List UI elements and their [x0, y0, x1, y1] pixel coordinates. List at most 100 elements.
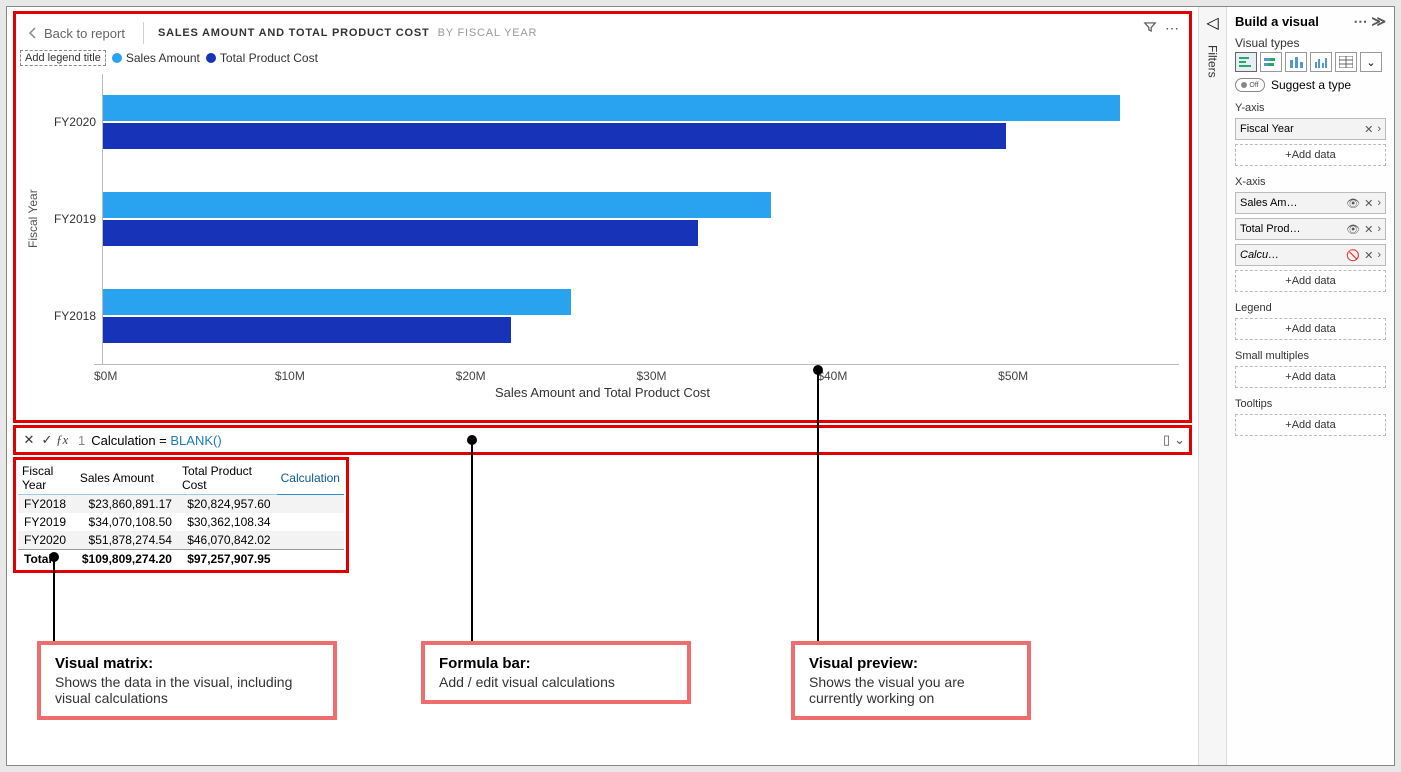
- x-axis-title: Sales Amount and Total Product Cost: [16, 385, 1189, 400]
- bar[interactable]: [103, 192, 771, 218]
- table-total-row: Total$109,809,274.20$97,257,907.95: [18, 550, 344, 569]
- formula-text[interactable]: 1Calculation = BLANK(): [78, 433, 222, 448]
- leader-line-matrix: [53, 559, 55, 643]
- table-row[interactable]: FY2020$51,878,274.54$46,070,842.02: [18, 531, 344, 550]
- xaxis-field-pill[interactable]: Calcu… 🚫 ✕ ›: [1235, 244, 1386, 266]
- x-icon[interactable]: ✕: [1364, 123, 1373, 136]
- callout-preview: Visual preview: Shows the visual you are…: [791, 641, 1031, 720]
- y-tick: FY2019: [42, 212, 96, 226]
- y-tick: FY2018: [42, 309, 96, 323]
- suggest-toggle[interactable]: Off: [1235, 78, 1265, 92]
- col-fiscal-year[interactable]: Fiscal Year: [18, 462, 76, 495]
- vt-clustered-column[interactable]: [1285, 52, 1307, 72]
- yaxis-field-pill[interactable]: Fiscal Year✕›: [1235, 118, 1386, 140]
- xaxis-field-pill[interactable]: Total Prod… 👁 ✕ ›: [1235, 218, 1386, 240]
- bar[interactable]: [103, 95, 1120, 121]
- tooltips-add-data[interactable]: +Add data: [1235, 414, 1386, 436]
- legend-item-0: Sales Amount: [112, 51, 200, 65]
- x-icon[interactable]: ✕: [1364, 249, 1373, 262]
- chart-body: Fiscal Year FY2020 FY2019 FY2018: [24, 74, 1181, 364]
- vt-column-alt[interactable]: [1310, 52, 1332, 72]
- xaxis-section-label: X-axis: [1235, 176, 1386, 188]
- callout-matrix-title: Visual matrix:: [55, 655, 319, 672]
- callout-preview-body: Shows the visual you are currently worki…: [809, 674, 1013, 706]
- callout-matrix-body: Shows the data in the visual, including …: [55, 674, 319, 706]
- xaxis-field-pill[interactable]: Sales Am… 👁 ✕ ›: [1235, 192, 1386, 214]
- y-axis-labels: FY2020 FY2019 FY2018: [42, 74, 102, 364]
- field-name: Total Prod…: [1240, 223, 1342, 235]
- noeye-icon[interactable]: 🚫: [1346, 249, 1360, 262]
- bar[interactable]: [103, 123, 1006, 149]
- chev-icon[interactable]: ›: [1377, 249, 1381, 261]
- category-group: [103, 171, 1181, 268]
- small-multiples-add-data[interactable]: +Add data: [1235, 366, 1386, 388]
- back-label: Back to report: [44, 26, 125, 41]
- main-area: ⋯ Back to report SALES AMOUNT AND TOTAL …: [7, 7, 1198, 765]
- callout-formula-title: Formula bar:: [439, 655, 673, 672]
- field-name: Sales Am…: [1240, 197, 1342, 209]
- leader-line-preview: [817, 373, 819, 643]
- legend-swatch-1: [206, 53, 216, 63]
- panel-more-icon[interactable]: ⋯: [1353, 13, 1367, 30]
- divider: [143, 22, 144, 44]
- vt-stacked-bar[interactable]: [1260, 52, 1282, 72]
- vt-expand-list[interactable]: ⌄: [1360, 52, 1382, 72]
- format-icon[interactable]: ▯: [1163, 432, 1170, 448]
- yaxis-section-label: Y-axis: [1235, 102, 1386, 114]
- chart-title-main: SALES AMOUNT AND TOTAL PRODUCT COST: [158, 27, 430, 39]
- table-row[interactable]: FY2019$34,070,108.50$30,362,108.34: [18, 513, 344, 531]
- chev-icon[interactable]: ›: [1377, 197, 1381, 209]
- back-to-report-link[interactable]: Back to report: [28, 26, 125, 41]
- panel-title: Build a visual: [1235, 14, 1319, 29]
- vt-clustered-bar[interactable]: [1235, 52, 1257, 72]
- x-tick: $0M: [94, 369, 275, 383]
- legend-add-data[interactable]: +Add data: [1235, 318, 1386, 340]
- visual-preview-region: ⋯ Back to report SALES AMOUNT AND TOTAL …: [13, 11, 1192, 423]
- plot-area: [102, 74, 1181, 364]
- callout-formula: Formula bar: Add / edit visual calculati…: [421, 641, 691, 704]
- eye-icon[interactable]: 👁: [1346, 223, 1360, 236]
- expand-formula-icon[interactable]: ⌄: [1174, 432, 1185, 448]
- chart-title-sub: BY FISCAL YEAR: [438, 27, 538, 39]
- bar[interactable]: [103, 220, 698, 246]
- legend-title-placeholder[interactable]: Add legend title: [20, 50, 106, 66]
- chev-icon[interactable]: ›: [1377, 223, 1381, 235]
- category-group: [103, 267, 1181, 364]
- y-tick: FY2020: [42, 115, 96, 129]
- cancel-formula-icon[interactable]: ✕: [20, 432, 38, 448]
- bar[interactable]: [103, 289, 571, 315]
- legend-section-label: Legend: [1235, 302, 1386, 314]
- build-visual-panel: Build a visual ⋯ ≫ Visual types ⌄ Off Su…: [1226, 7, 1394, 765]
- x-tick: $30M: [636, 369, 817, 383]
- field-name: Calcu…: [1240, 249, 1342, 261]
- table-row[interactable]: FY2018$23,860,891.17$20,824,957.60: [18, 495, 344, 514]
- xaxis-add-data[interactable]: +Add data: [1235, 270, 1386, 292]
- bar[interactable]: [103, 317, 511, 343]
- commit-formula-icon[interactable]: ✓: [38, 432, 56, 448]
- x-tick: $50M: [998, 369, 1179, 383]
- x-icon[interactable]: ✕: [1364, 223, 1373, 236]
- x-tick: $20M: [456, 369, 637, 383]
- fx-icon[interactable]: ƒx: [56, 432, 78, 448]
- x-icon[interactable]: ✕: [1364, 197, 1373, 210]
- yaxis-add-data[interactable]: +Add data: [1235, 144, 1386, 166]
- legend: Add legend title Sales Amount Total Prod…: [16, 48, 1189, 74]
- small-multiples-section-label: Small multiples: [1235, 350, 1386, 362]
- panel-expand-icon[interactable]: ≫: [1371, 13, 1386, 30]
- col-calculation[interactable]: Calculation: [277, 462, 344, 495]
- filters-rail[interactable]: ◁ Filters: [1198, 7, 1226, 765]
- callout-formula-body: Add / edit visual calculations: [439, 674, 673, 690]
- vt-table[interactable]: [1335, 52, 1357, 72]
- leader-line-formula: [471, 443, 473, 643]
- col-sales-amount[interactable]: Sales Amount: [76, 462, 178, 495]
- formula-bar[interactable]: ✕ ✓ ƒx 1Calculation = BLANK() ▯ ⌄: [13, 425, 1192, 455]
- collapse-filters-icon[interactable]: ◁: [1206, 13, 1218, 33]
- col-total-product-cost[interactable]: Total Product Cost: [178, 462, 277, 495]
- y-axis-title: Fiscal Year: [24, 74, 42, 364]
- suggest-label: Suggest a type: [1271, 78, 1351, 92]
- legend-label-0: Sales Amount: [126, 51, 200, 65]
- tooltips-section-label: Tooltips: [1235, 398, 1386, 410]
- chev-icon[interactable]: ›: [1377, 123, 1381, 135]
- category-group: [103, 74, 1181, 171]
- eye-icon[interactable]: 👁: [1346, 197, 1360, 210]
